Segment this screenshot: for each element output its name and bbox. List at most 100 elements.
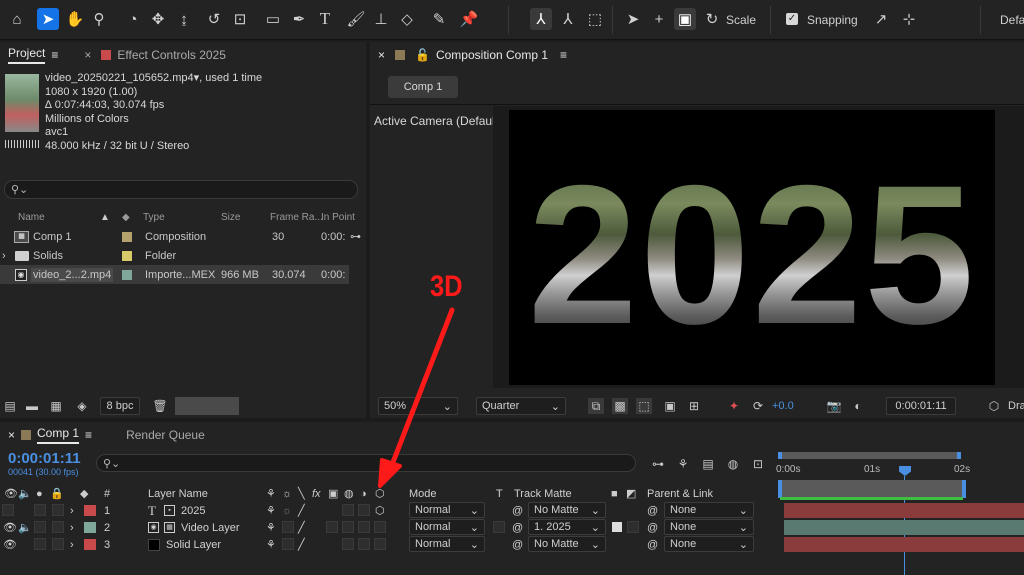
parent-dropdown[interactable]: None ⌄: [664, 519, 754, 535]
3d-renderer-icon[interactable]: ⬡: [986, 398, 1002, 414]
label-tag-icon[interactable]: ◆: [80, 487, 88, 500]
blend-mode-dropdown[interactable]: Normal ⌄: [409, 519, 485, 535]
close-icon[interactable]: ×: [84, 48, 91, 62]
matte-invert-switch[interactable]: [627, 521, 639, 533]
3d-scale-icon[interactable]: ▣: [674, 8, 696, 30]
timeline-timecode[interactable]: 0:00:01:11: [8, 450, 81, 467]
hamburger-icon[interactable]: ≡: [51, 48, 58, 62]
frame-blend-switch[interactable]: [326, 521, 338, 533]
motion-blur-switch[interactable]: [342, 538, 354, 550]
preserve-transparency-switch[interactable]: [493, 521, 505, 533]
layer-label-color[interactable]: [84, 522, 96, 533]
adjustment-layer-switch-icon[interactable]: ◑: [360, 488, 367, 500]
show-snapshot-icon[interactable]: ◐: [850, 398, 866, 414]
3d-move-icon[interactable]: +: [648, 8, 670, 30]
resolution-dropdown[interactable]: Quarter ⌄: [476, 397, 566, 415]
comp-1-button[interactable]: Comp 1: [388, 76, 458, 98]
lock-switch[interactable]: [52, 521, 64, 533]
matte-invert-icon[interactable]: ◩: [626, 487, 636, 500]
chevron-right-icon[interactable]: ›: [70, 522, 74, 534]
world-axis-icon[interactable]: ⅄: [557, 8, 579, 30]
brush-icon[interactable]: 🖌: [345, 8, 367, 30]
timeline-search-input[interactable]: ⚲⌄: [96, 454, 636, 472]
color-channels-icon[interactable]: ✦: [726, 398, 742, 414]
alpha-matte-icon[interactable]: [612, 522, 622, 532]
layer-row-3[interactable]: 👁 › 3 Solid Layer ⚘ ╱ Normal ⌄ @ No Matte…: [0, 536, 780, 553]
workspace-label[interactable]: Defa: [1000, 13, 1024, 27]
project-item-comp[interactable]: ▦ Comp 1 Composition 30 0:00: ⊶: [0, 227, 366, 246]
column-in-point[interactable]: In Point: [321, 212, 355, 223]
audio-icon[interactable]: 🔈: [18, 521, 32, 534]
hamburger-icon[interactable]: ≡: [85, 428, 92, 442]
eye-icon[interactable]: 👁: [3, 538, 17, 551]
3d-layer-switch-icon[interactable]: ⬡: [375, 504, 385, 517]
project-item-solids[interactable]: › Solids Folder: [0, 246, 366, 265]
label-tag-icon[interactable]: ◆: [122, 212, 130, 223]
column-t[interactable]: T: [496, 488, 503, 500]
eye-icon[interactable]: 👁: [3, 521, 17, 534]
parent-dropdown[interactable]: None ⌄: [664, 536, 754, 552]
motion-blur-switch[interactable]: [342, 521, 354, 533]
pick-whip-icon[interactable]: @: [512, 522, 523, 534]
new-folder-icon[interactable]: ▬: [24, 398, 40, 414]
region-of-interest-icon[interactable]: ▣: [662, 398, 678, 414]
fast-previews-icon[interactable]: ⧉: [588, 398, 604, 414]
graph-editor-icon[interactable]: ⊡: [750, 456, 766, 472]
work-area-bar[interactable]: [778, 452, 961, 459]
hamburger-icon[interactable]: ≡: [560, 48, 567, 62]
color-management-icon[interactable]: ⟳: [750, 398, 766, 414]
snap-feature-icon[interactable]: ⊹: [898, 8, 920, 30]
track-matte-dropdown[interactable]: No Matte ⌄: [528, 536, 606, 552]
frame-blending-icon[interactable]: ▤: [700, 456, 716, 472]
new-composition-icon[interactable]: ▦: [48, 398, 64, 414]
local-axis-icon[interactable]: ⅄: [530, 8, 552, 30]
blend-mode-dropdown[interactable]: Normal ⌄: [409, 502, 485, 518]
3d-layer-switch[interactable]: [374, 538, 386, 550]
comp-mini-flowchart-icon[interactable]: ⊶: [650, 456, 666, 472]
lock-icon[interactable]: 🔒: [50, 487, 64, 500]
3d-rotate-icon[interactable]: ↻: [701, 8, 723, 30]
type-icon[interactable]: T: [314, 8, 336, 30]
footage-name[interactable]: video_20250221_105652.mp4: [45, 72, 194, 84]
adjustment-switch[interactable]: [358, 521, 370, 533]
layer-bar-1[interactable]: [784, 503, 1024, 518]
column-type[interactable]: Type: [143, 212, 165, 223]
quality-switch-icon[interactable]: ╱: [298, 538, 305, 551]
motion-blur-icon[interactable]: ◍: [725, 456, 741, 472]
rotate-icon[interactable]: ↺: [203, 8, 225, 30]
pick-whip-icon[interactable]: @: [512, 505, 523, 517]
transparency-grid-icon[interactable]: ▩: [612, 398, 628, 414]
effects-switch-icon[interactable]: fx: [312, 488, 321, 500]
chevron-right-icon[interactable]: ›: [70, 539, 74, 551]
column-layer-name[interactable]: Layer Name: [148, 488, 208, 500]
project-item-video[interactable]: ◉ video_2...2.mp4 Importe...MEX 966 MB 3…: [0, 265, 349, 284]
playhead-handle[interactable]: [899, 466, 911, 476]
snapping-checkbox[interactable]: ✓: [786, 13, 798, 25]
interpret-footage-icon[interactable]: ▤: [2, 398, 18, 414]
draft-3d-label[interactable]: Dra: [1008, 400, 1024, 412]
collapse-switch-icon[interactable]: ☼: [282, 505, 292, 517]
roto-brush-icon[interactable]: ✎: [428, 8, 450, 30]
audio-icon[interactable]: 🔈: [18, 487, 32, 500]
tab-composition[interactable]: × 🔓 Composition Comp 1 ≡: [370, 42, 575, 68]
sort-ascending-icon[interactable]: ▲: [100, 212, 110, 223]
parent-pick-whip-icon[interactable]: @: [647, 505, 658, 517]
column-size[interactable]: Size: [221, 212, 240, 223]
selection-arrow-icon[interactable]: ➤: [37, 8, 59, 30]
snap-edge-icon[interactable]: ↗: [870, 8, 892, 30]
track-matte-dropdown[interactable]: 1. 2025 ⌄: [528, 519, 606, 535]
puppet-pin-icon[interactable]: 📌: [458, 8, 480, 30]
collapse-switch[interactable]: [282, 538, 294, 550]
project-search-input[interactable]: ⚲⌄: [4, 180, 358, 199]
adjustment-switch[interactable]: [358, 538, 370, 550]
orbit-camera-icon[interactable]: ◔: [122, 8, 144, 30]
flowchart-icon[interactable]: ⊶: [350, 230, 361, 243]
layer-name[interactable]: Video Layer: [181, 522, 240, 534]
chevron-right-icon[interactable]: ›: [70, 505, 74, 517]
snapshot-camera-icon[interactable]: 📷: [826, 398, 842, 414]
layer-label-color[interactable]: [84, 539, 96, 550]
layer-name[interactable]: Solid Layer: [166, 539, 221, 551]
layer-bar-2[interactable]: [784, 520, 1024, 535]
parent-dropdown[interactable]: None ⌄: [664, 502, 754, 518]
comp-viewer[interactable]: 2025: [509, 110, 995, 385]
